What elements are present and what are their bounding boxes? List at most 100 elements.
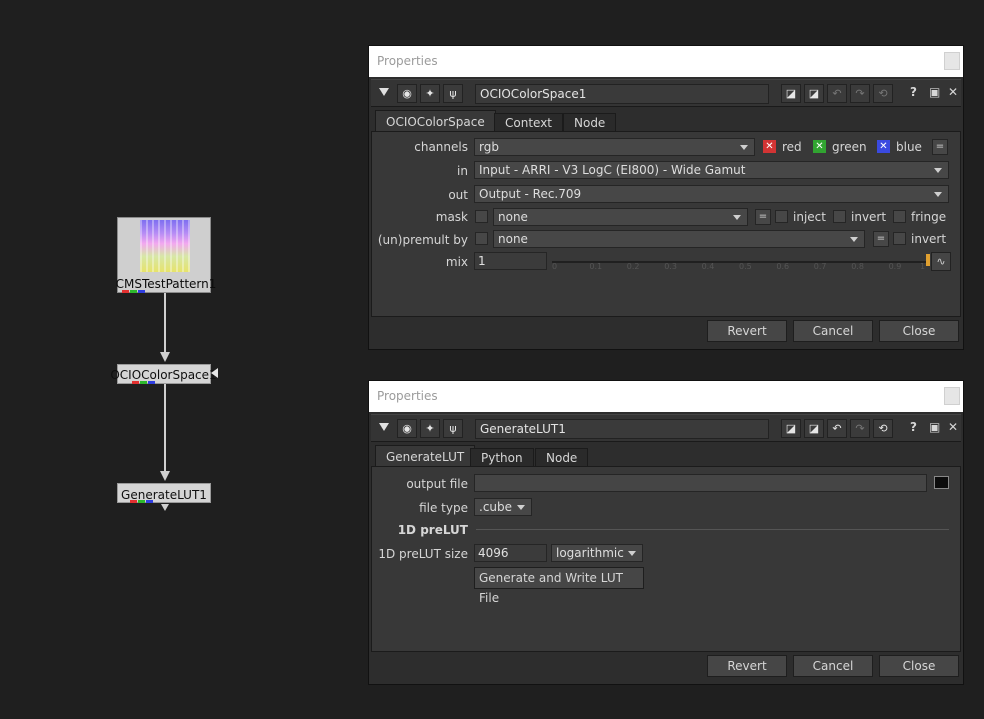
- panel-corner-button[interactable]: [944, 52, 960, 70]
- blue-label: blue: [896, 140, 922, 154]
- cancel-button[interactable]: Cancel: [793, 320, 873, 342]
- mix-slider-handle[interactable]: [926, 254, 930, 266]
- float-panel-icon[interactable]: ▣: [929, 85, 940, 99]
- tile-color-icon[interactable]: ◪: [781, 419, 801, 438]
- generate-write-lut-button[interactable]: Generate and Write LUT File: [474, 567, 644, 605]
- premult-invert-label: invert: [911, 232, 947, 246]
- prelut-mode-value: logarithmic: [556, 546, 624, 560]
- chevron-down-icon: [850, 237, 858, 242]
- node-generate-lut[interactable]: GenerateLUT1: [117, 483, 211, 503]
- red-checkbox[interactable]: ✕: [763, 140, 776, 153]
- out-colorspace-select[interactable]: Output - Rec.709: [474, 185, 949, 203]
- channel-chips: [132, 381, 155, 384]
- undo-icon[interactable]: ↶: [827, 419, 847, 438]
- node-name-input[interactable]: OCIOColorSpace1: [475, 84, 769, 104]
- wrench-icon[interactable]: ψ: [443, 84, 463, 103]
- mask-link-button[interactable]: =: [755, 209, 771, 225]
- in-colorspace-select[interactable]: Input - ARRI - V3 LogC (EI800) - Wide Ga…: [474, 161, 949, 179]
- undo-icon[interactable]: ↶: [827, 84, 847, 103]
- blue-checkbox[interactable]: ✕: [877, 140, 890, 153]
- center-node-icon[interactable]: ◉: [397, 84, 417, 103]
- fringe-checkbox[interactable]: [893, 210, 906, 223]
- redo-icon[interactable]: ↷: [850, 84, 870, 103]
- panel-title: Properties: [377, 54, 438, 68]
- node-cms-test-pattern[interactable]: CMSTestPattern1: [116, 217, 216, 293]
- mix-tick-label: 0.9: [888, 262, 902, 271]
- collapse-triangle-icon[interactable]: [379, 423, 389, 431]
- redo-icon[interactable]: ↷: [850, 419, 870, 438]
- tile-color-icon[interactable]: ◪: [781, 84, 801, 103]
- float-panel-icon[interactable]: ▣: [929, 420, 940, 434]
- tab-node[interactable]: Node: [535, 448, 589, 467]
- panel-corner-button[interactable]: [944, 387, 960, 405]
- channel-chips: [130, 500, 153, 503]
- close-button[interactable]: Close: [879, 655, 959, 677]
- revert-button[interactable]: Revert: [707, 655, 787, 677]
- close-panel-icon[interactable]: ✕: [948, 420, 958, 434]
- premult-checkbox[interactable]: [475, 232, 488, 245]
- inject-label: inject: [793, 210, 826, 224]
- premult-select[interactable]: none: [493, 230, 865, 248]
- wrench-icon[interactable]: ψ: [443, 419, 463, 438]
- green-chip: [130, 290, 137, 293]
- tab-python[interactable]: Python: [470, 448, 534, 467]
- blue-chip: [138, 290, 145, 293]
- nuke-workspace: CMSTestPattern1 OCIOColorSpace1 Generate…: [0, 0, 984, 719]
- channels-select[interactable]: rgb: [474, 138, 755, 156]
- collapse-triangle-icon[interactable]: [379, 88, 389, 96]
- connection-edge[interactable]: [164, 293, 166, 353]
- chevron-down-icon: [733, 215, 741, 220]
- cancel-button[interactable]: Cancel: [793, 655, 873, 677]
- node-ocio-colorspace[interactable]: OCIOColorSpace1: [110, 364, 217, 384]
- invert-label: invert: [851, 210, 887, 224]
- close-button[interactable]: Close: [879, 320, 959, 342]
- prelut-mode-select[interactable]: logarithmic: [551, 544, 643, 562]
- invert-mask-checkbox[interactable]: [833, 210, 846, 223]
- tab-generatelut[interactable]: GenerateLUT: [375, 445, 476, 467]
- green-checkbox[interactable]: ✕: [813, 140, 826, 153]
- gl-color-icon[interactable]: ◪: [804, 419, 824, 438]
- revert-button[interactable]: Revert: [707, 320, 787, 342]
- tab-ociocolorspace[interactable]: OCIOColorSpace: [375, 110, 496, 132]
- center-node-icon[interactable]: ◉: [397, 419, 417, 438]
- panel-title-bar[interactable]: Properties: [369, 381, 963, 412]
- animation-curve-icon[interactable]: ∿: [931, 252, 951, 271]
- node-color-icon[interactable]: ✦: [420, 84, 440, 103]
- revert-knobs-icon[interactable]: ⟲: [873, 84, 893, 103]
- tab-context[interactable]: Context: [494, 113, 564, 132]
- section-header: 1D preLUT: [397, 523, 468, 537]
- panel-tabs: OCIOColorSpace Context Node: [371, 109, 961, 132]
- green-label: green: [832, 140, 867, 154]
- mask-select[interactable]: none: [493, 208, 748, 226]
- mix-label: mix: [445, 255, 468, 269]
- mix-tick-label: 0.2: [626, 262, 640, 271]
- folder-icon[interactable]: [934, 476, 949, 489]
- panel-title-bar[interactable]: Properties: [369, 46, 963, 77]
- help-icon[interactable]: ?: [910, 85, 917, 99]
- channel-chips: [122, 290, 145, 293]
- mask-input-arrow-icon[interactable]: [211, 368, 218, 378]
- tab-node[interactable]: Node: [563, 113, 617, 132]
- blue-chip: [146, 500, 153, 503]
- chevron-down-icon: [517, 505, 525, 510]
- output-file-input[interactable]: [474, 474, 927, 492]
- revert-knobs-icon[interactable]: ⟲: [873, 419, 893, 438]
- premult-link-button[interactable]: =: [873, 231, 889, 247]
- in-label: in: [457, 164, 468, 178]
- node-name-input[interactable]: GenerateLUT1: [475, 419, 769, 439]
- channel-link-button[interactable]: =: [932, 139, 948, 155]
- mask-checkbox[interactable]: [475, 210, 488, 223]
- premult-invert-checkbox[interactable]: [893, 232, 906, 245]
- prelut-size-label: 1D preLUT size: [378, 547, 468, 561]
- node-color-icon[interactable]: ✦: [420, 419, 440, 438]
- close-panel-icon[interactable]: ✕: [948, 85, 958, 99]
- help-icon[interactable]: ?: [910, 420, 917, 434]
- gl-color-icon[interactable]: ◪: [804, 84, 824, 103]
- inject-checkbox[interactable]: [775, 210, 788, 223]
- connection-edge[interactable]: [164, 384, 166, 472]
- test-pattern-thumbnail: [140, 220, 190, 272]
- file-type-select[interactable]: .cube: [474, 498, 532, 516]
- prelut-size-input[interactable]: 4096: [474, 544, 547, 562]
- premult-label: (un)premult by: [377, 233, 468, 247]
- mix-input[interactable]: 1: [474, 252, 547, 270]
